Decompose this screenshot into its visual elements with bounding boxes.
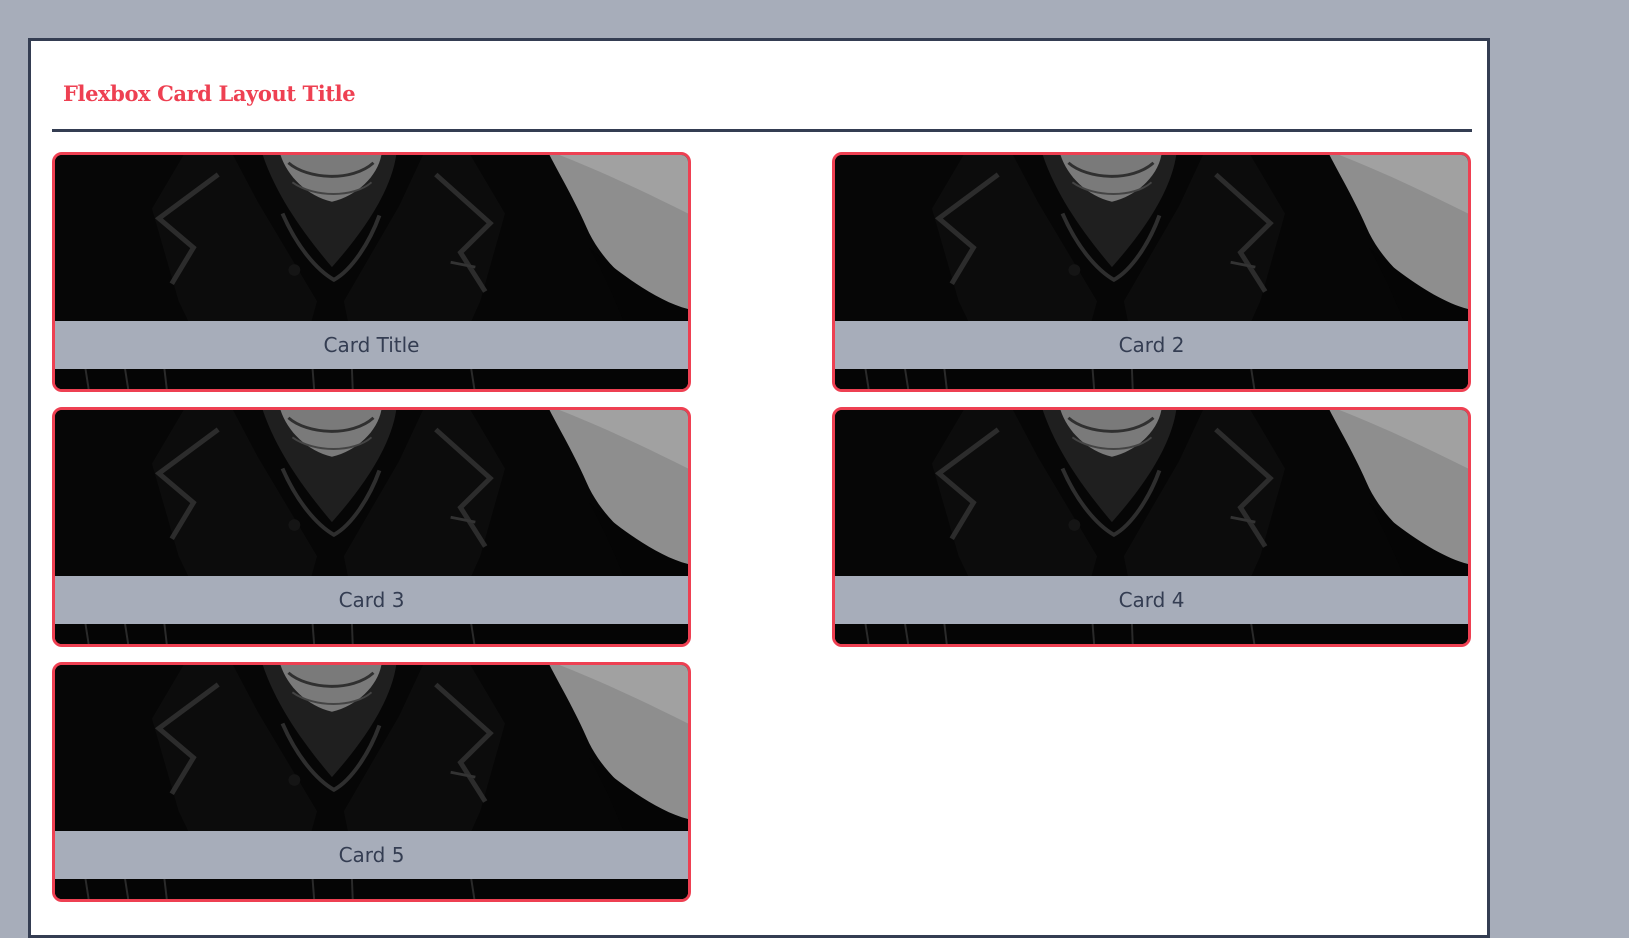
card-1[interactable]: Card Title — [52, 152, 691, 392]
page-frame: Flexbox Card Layout Title Card Title Car… — [28, 38, 1490, 938]
card-title: Card 2 — [835, 321, 1468, 369]
card-5[interactable]: Card 5 — [52, 662, 691, 902]
card-title: Card 5 — [55, 831, 688, 879]
card-2[interactable]: Card 2 — [832, 152, 1471, 392]
title-divider — [52, 129, 1472, 132]
card-title: Card 3 — [55, 576, 688, 624]
page-title: Flexbox Card Layout Title — [63, 81, 356, 106]
card-title: Card Title — [55, 321, 688, 369]
card-4[interactable]: Card 4 — [832, 407, 1471, 647]
card-title: Card 4 — [835, 576, 1468, 624]
card-3[interactable]: Card 3 — [52, 407, 691, 647]
